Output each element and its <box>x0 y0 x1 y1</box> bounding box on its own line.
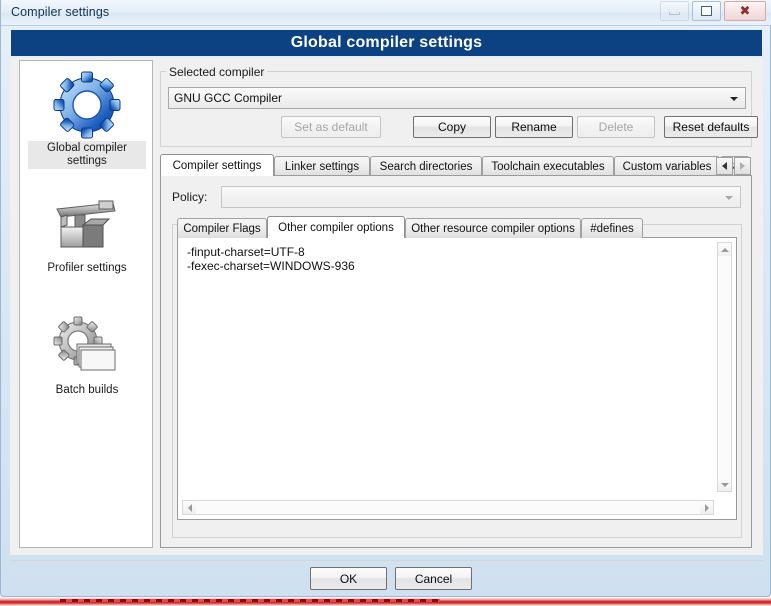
cancel-button[interactable]: Cancel <box>395 567 472 590</box>
delete-button[interactable]: Delete <box>577 116 655 138</box>
tab-linker-settings[interactable]: Linker settings <box>274 156 370 176</box>
chevron-left-icon <box>722 162 727 170</box>
compiler-action-buttons: Set as default Copy Rename Delete Reset … <box>168 116 758 140</box>
window-title: Compiler settings <box>11 5 110 19</box>
triangle-right-icon <box>704 503 709 512</box>
set-as-default-button[interactable]: Set as default <box>281 116 381 138</box>
triangle-left-icon <box>187 503 192 512</box>
body-area: Global compiler settings Profiler settin… <box>10 58 763 555</box>
policy-label: Policy: <box>172 190 208 204</box>
sidebar-item-label: Global compiler settings <box>28 141 146 169</box>
tab-other-compiler-options[interactable]: Other compiler options <box>267 216 405 238</box>
other-compiler-options-panel: -finput-charset=UTF-8 -fexec-charset=WIN… <box>177 237 737 520</box>
tab-compiler-settings[interactable]: Compiler settings <box>160 154 274 176</box>
reset-defaults-button[interactable]: Reset defaults <box>664 116 758 138</box>
sidebar-item-global-compiler-settings[interactable]: Global compiler settings <box>20 69 154 169</box>
window-frame: Compiler settings ✖ Global compiler sett… <box>0 0 771 597</box>
caliper-blocks-icon <box>51 189 123 261</box>
copy-button[interactable]: Copy <box>413 116 491 138</box>
gray-gear-documents-icon <box>51 311 123 383</box>
right-pane: Selected compiler GNU GCC Compiler Set a… <box>156 60 758 548</box>
ok-button[interactable]: OK <box>310 567 387 590</box>
close-button[interactable]: ✖ <box>724 1 766 21</box>
compiler-select-value: GNU GCC Compiler <box>174 91 283 105</box>
policy-select[interactable] <box>221 186 741 208</box>
tabstrip-scroll-left-button[interactable] <box>716 157 733 175</box>
page-banner: Global compiler settings <box>11 30 762 56</box>
sidebar-item-profiler-settings[interactable]: Profiler settings <box>20 189 154 276</box>
sidebar-item-label: Batch builds <box>55 384 119 396</box>
chevron-right-icon <box>740 162 745 170</box>
maximize-icon <box>701 6 712 16</box>
scroll-down-button[interactable] <box>718 478 731 491</box>
tab-custom-variables[interactable]: Custom variables <box>614 156 720 176</box>
scroll-up-button[interactable] <box>718 243 731 256</box>
scroll-left-button[interactable] <box>183 501 196 514</box>
tab-defines[interactable]: #defines <box>581 218 643 238</box>
sidebar: Global compiler settings Profiler settin… <box>19 60 153 548</box>
close-icon: ✖ <box>739 3 751 19</box>
compiler-select[interactable]: GNU GCC Compiler <box>168 87 746 109</box>
background-window-edge <box>0 597 771 606</box>
sidebar-item-label: Profiler settings <box>47 262 127 274</box>
triangle-down-icon <box>720 482 729 487</box>
compiler-settings-tabpanel: Policy: Compiler Flags Other compiler op… <box>160 175 752 548</box>
page-title: Global compiler settings <box>290 34 483 51</box>
dialog-footer: OK Cancel <box>10 560 763 590</box>
compiler-options-textarea[interactable]: -finput-charset=UTF-8 -fexec-charset=WIN… <box>184 243 716 491</box>
tab-other-resource-compiler-options[interactable]: Other resource compiler options <box>405 218 581 238</box>
footer-divider <box>10 560 763 561</box>
triangle-up-icon <box>720 247 729 252</box>
tabstrip-scroll-right-button[interactable] <box>734 157 751 175</box>
policy-select-value <box>222 187 227 201</box>
window-controls: ✖ <box>657 1 766 21</box>
minimize-icon <box>669 12 680 15</box>
tab-search-directories[interactable]: Search directories <box>370 156 482 176</box>
rename-button[interactable]: Rename <box>495 116 573 138</box>
settings-tabstrip: Compiler settings Linker settings Search… <box>160 154 752 176</box>
maximize-button[interactable] <box>692 1 721 21</box>
titlebar: Compiler settings ✖ <box>1 0 771 26</box>
compiler-settings-window: Compiler settings ✖ Global compiler sett… <box>0 0 771 606</box>
compiler-options-tabstrip: Compiler Flags Other compiler options Ot… <box>177 216 737 238</box>
scroll-right-button[interactable] <box>700 501 713 514</box>
chevron-down-icon[interactable] <box>725 90 743 107</box>
minimize-button[interactable] <box>660 1 689 21</box>
vertical-scrollbar[interactable] <box>717 242 732 492</box>
tab-toolchain-executables[interactable]: Toolchain executables <box>482 156 614 176</box>
tab-compiler-flags[interactable]: Compiler Flags <box>177 218 267 238</box>
sidebar-item-batch-builds[interactable]: Batch builds <box>20 311 154 398</box>
chevron-down-icon[interactable] <box>720 189 738 206</box>
blue-gear-icon <box>51 69 123 141</box>
selected-compiler-group-label: Selected compiler <box>166 65 268 79</box>
horizontal-scrollbar[interactable] <box>182 500 714 515</box>
